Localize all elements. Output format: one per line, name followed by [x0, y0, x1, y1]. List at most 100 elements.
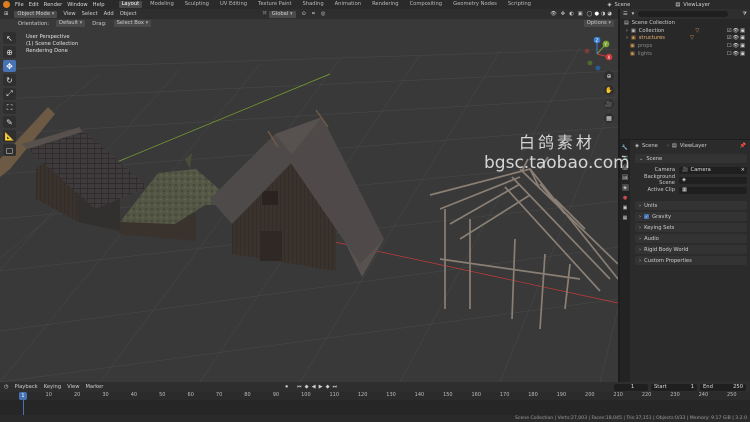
end-frame-field[interactable]: End 250	[700, 383, 746, 391]
xray-toggle-icon[interactable]: ▣	[578, 11, 583, 17]
visibility-icon[interactable]: 👁	[550, 11, 557, 17]
expand-arrow-icon[interactable]: ›	[626, 28, 628, 34]
zoom-icon[interactable]: ⊕	[604, 71, 614, 81]
workspace-tab-sculpting[interactable]: Sculpting	[182, 1, 212, 8]
rotate-tool-icon[interactable]: ↻	[3, 74, 16, 86]
outliner-item-collection[interactable]: › ▣ Collection ▽ ☑👁▣	[620, 27, 750, 35]
menu-render[interactable]: Render	[44, 2, 62, 8]
gizmo-neg-z[interactable]	[595, 65, 601, 71]
world-tab-icon[interactable]: ●	[622, 194, 629, 201]
play-icon[interactable]: ▶	[319, 384, 323, 390]
viewlayer-selector[interactable]: ▤ ViewLayer	[675, 2, 710, 8]
play-reverse-icon[interactable]: ◀	[312, 384, 316, 390]
workspace-tab-texture-paint[interactable]: Texture Paint	[255, 1, 294, 8]
annotate-tool-icon[interactable]: ✎	[3, 116, 16, 128]
rigid-body-world-panel-header[interactable]: Rigid Body World	[635, 245, 747, 254]
menu-add[interactable]: Add	[104, 11, 114, 17]
active-clip-field[interactable]: ▦	[679, 186, 747, 194]
menu-playback[interactable]: Playback	[15, 384, 38, 390]
editor-type-icon[interactable]: ⊞	[4, 11, 8, 17]
shading-material-icon[interactable]: ◑	[601, 11, 606, 17]
move-tool-icon[interactable]: ✥	[3, 60, 16, 72]
shading-rendered-icon[interactable]: ◕	[607, 11, 612, 17]
scale-tool-icon[interactable]: ⤢	[3, 88, 16, 100]
shading-wireframe-icon[interactable]: ◯	[587, 11, 593, 17]
pan-icon[interactable]: ✋	[604, 85, 614, 95]
mode-selector[interactable]: Object Mode	[14, 10, 58, 18]
menu-view[interactable]: View	[63, 11, 75, 17]
collection-tab-icon[interactable]: ▣	[622, 204, 629, 211]
gizmo-neg-x[interactable]	[584, 48, 590, 54]
units-panel-header[interactable]: Units	[635, 201, 747, 210]
gravity-checkbox[interactable]: ✓	[644, 214, 650, 219]
perspective-toggle-icon[interactable]: ▦	[604, 113, 614, 123]
outliner-editor-icon[interactable]: ☰	[623, 11, 628, 17]
menu-help[interactable]: Help	[93, 2, 105, 8]
gravity-panel-header[interactable]: ✓ Gravity	[635, 212, 747, 221]
menu-window[interactable]: Window	[67, 2, 87, 8]
workspace-tab-animation[interactable]: Animation	[332, 1, 364, 8]
gizmo-neg-y[interactable]	[587, 60, 593, 66]
outliner-root[interactable]: ▤ Scene Collection	[620, 19, 750, 27]
measure-tool-icon[interactable]: 📐	[3, 130, 16, 142]
workspace-tab-layout[interactable]: Layout	[118, 1, 143, 8]
workspace-tab-geometry-nodes[interactable]: Geometry Nodes	[450, 1, 500, 8]
outliner-funnel-icon[interactable]: ⧩	[742, 11, 747, 18]
add-cube-tool-icon[interactable]: ▢	[3, 144, 16, 156]
menu-file[interactable]: File	[15, 2, 24, 8]
snap-icon[interactable]: ⌗	[312, 11, 315, 18]
visibility-toggles[interactable]: ☐👁▣	[727, 51, 746, 57]
blender-logo-icon[interactable]	[3, 1, 10, 8]
outliner-item-lights[interactable]: ▣ lights ☐👁▣	[620, 50, 750, 58]
overlay-toggle-icon[interactable]: ◐	[569, 11, 574, 17]
scene-selector[interactable]: ◈ Scene	[607, 2, 630, 8]
3d-cursor-tool-icon[interactable]: ⊕	[3, 46, 16, 58]
timeline-editor-icon[interactable]: ◷	[4, 384, 9, 390]
scene-tab-icon[interactable]: ◈	[621, 184, 629, 191]
audio-panel-header[interactable]: Audio	[635, 234, 747, 243]
prev-keyframe-icon[interactable]: ◆	[305, 384, 309, 390]
next-keyframe-icon[interactable]: ◆	[326, 384, 330, 390]
3d-viewport[interactable]: ⊞ Object Mode View Select Add Object ⤧ G…	[0, 9, 618, 382]
keying-sets-panel-header[interactable]: Keying Sets	[635, 223, 747, 232]
visibility-toggles[interactable]: ☑👁▣	[727, 28, 746, 34]
drag-dropdown[interactable]: Select Box	[113, 20, 152, 27]
menu-edit[interactable]: Edit	[29, 2, 39, 8]
menu-object[interactable]: Object	[120, 11, 137, 17]
camera-field[interactable]: 🎥 Camera ×	[679, 166, 747, 174]
workspace-tab-uv-editing[interactable]: UV Editing	[217, 1, 250, 8]
texture-tab-icon[interactable]: ▦	[622, 214, 629, 221]
background-scene-field[interactable]: ◈	[679, 176, 747, 184]
custom-properties-panel-header[interactable]: Custom Properties	[635, 256, 747, 265]
start-frame-field[interactable]: Start 1	[651, 383, 697, 391]
outliner-item-props[interactable]: ▣ props ☐👁▣	[620, 42, 750, 50]
current-frame-field[interactable]: 1	[614, 383, 648, 391]
workspace-tab-rendering[interactable]: Rendering	[369, 1, 402, 8]
orientation-dropdown[interactable]: Default	[56, 20, 86, 27]
outliner-search-field[interactable]	[638, 11, 729, 17]
proportional-edit-icon[interactable]: ◎	[321, 11, 326, 17]
camera-view-icon[interactable]: 🎥	[604, 99, 614, 109]
scene-panel-header[interactable]: Scene	[635, 154, 747, 163]
shading-solid-icon[interactable]: ●	[594, 11, 599, 17]
options-dropdown[interactable]: Options	[583, 20, 614, 27]
transform-orientation[interactable]: ⤧ Global	[263, 10, 296, 18]
record-icon[interactable]: ⏺	[285, 384, 288, 391]
workspace-tab-shading[interactable]: Shading	[300, 1, 327, 8]
workspace-tab-scripting[interactable]: Scripting	[505, 1, 534, 8]
menu-select[interactable]: Select	[82, 11, 98, 17]
navigation-gizmo[interactable]: X Y Z	[580, 37, 614, 71]
clear-field-icon[interactable]: ×	[741, 167, 745, 173]
cursor-tool-icon[interactable]: ↖	[3, 32, 16, 44]
pivot-icon[interactable]: ⊙	[302, 11, 306, 17]
view-layer-tab-icon[interactable]: 🖼	[622, 174, 629, 181]
viewport-scene[interactable]	[0, 9, 618, 382]
menu-timeline-view[interactable]: View	[67, 384, 79, 390]
pin-icon[interactable]: 📌	[740, 143, 746, 149]
visibility-toggles[interactable]: ☐👁▣	[727, 43, 746, 49]
menu-keying[interactable]: Keying	[44, 384, 61, 390]
jump-start-icon[interactable]: ⏮	[297, 384, 302, 391]
workspace-tab-compositing[interactable]: Compositing	[407, 1, 446, 8]
jump-end-icon[interactable]: ⏭	[333, 384, 338, 391]
transform-tool-icon[interactable]: ⛶	[3, 102, 16, 114]
